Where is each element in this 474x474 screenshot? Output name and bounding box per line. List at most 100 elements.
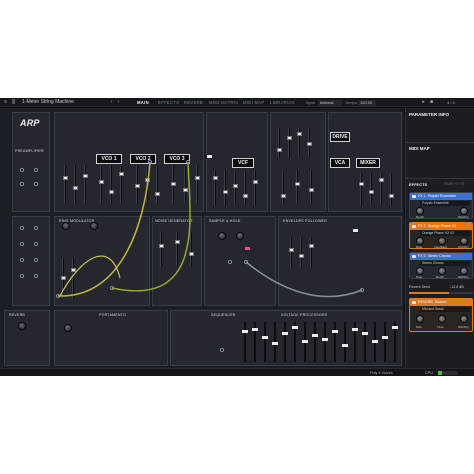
envfollow-out2-jack[interactable]: [360, 288, 364, 292]
mixer-ch2-slider[interactable]: [369, 174, 374, 206]
sh-level-knob[interactable]: [236, 232, 244, 240]
vcf-mod3-slider[interactable]: [253, 170, 258, 206]
vco2-fine-slider[interactable]: [99, 166, 104, 204]
sequencer-step-slider[interactable]: [342, 322, 348, 362]
vco3-fm-slider[interactable]: [145, 166, 150, 204]
fx1-header[interactable]: FX 1 Polysix Ensemble: [410, 193, 472, 200]
sequencer-step-slider[interactable]: [282, 322, 288, 362]
reverb-send-value[interactable]: -12.6 dB: [450, 285, 464, 289]
reverb-wetdry-knob[interactable]: [460, 315, 468, 323]
sequencer-step-slider[interactable]: [372, 322, 378, 362]
sequencer-step-slider[interactable]: [362, 322, 368, 362]
reverb-send-slider[interactable]: [409, 292, 473, 294]
sh-rate-knob[interactable]: [218, 232, 226, 240]
sequencer-step-slider[interactable]: [252, 322, 258, 362]
noise-mod-slider[interactable]: [189, 232, 194, 266]
left-jack-3[interactable]: [20, 242, 24, 246]
play-icon[interactable]: ▸: [420, 99, 427, 106]
menu-icon[interactable]: ≡: [2, 99, 9, 106]
sequencer-step-slider[interactable]: [322, 322, 328, 362]
portamento-knob[interactable]: [64, 324, 72, 332]
fx1-wetdry-knob[interactable]: [460, 207, 468, 215]
vco3-level-slider[interactable]: [183, 166, 188, 204]
mixer-ch3-slider[interactable]: [379, 174, 384, 206]
browser-icon[interactable]: |||: [10, 99, 17, 106]
sequencer-step-slider[interactable]: [292, 322, 298, 362]
preamp-in-jack[interactable]: [20, 168, 24, 172]
ringmod-out-jack[interactable]: [110, 286, 114, 290]
fx2-rate-knob[interactable]: [416, 237, 424, 245]
env-release-slider[interactable]: [307, 128, 312, 158]
left-jack-4[interactable]: [34, 242, 38, 246]
vcf-resonance-slider[interactable]: [223, 170, 228, 206]
vco1-pw-slider[interactable]: [83, 166, 88, 204]
sequencer-step-slider[interactable]: [242, 322, 248, 362]
sh-out-jack[interactable]: [244, 260, 248, 264]
ringmod-level-slider[interactable]: [61, 258, 66, 298]
reverb-power-icon[interactable]: [412, 301, 416, 304]
vco2-fm-slider[interactable]: [109, 166, 114, 204]
fx3-preset[interactable]: Stereo Chorus: [420, 261, 470, 266]
vcf-switch[interactable]: [206, 154, 213, 159]
seq-cv-jack[interactable]: [220, 348, 224, 352]
tab-effects[interactable]: EFFECTS: [158, 99, 179, 106]
vcf-mod1-slider[interactable]: [233, 170, 238, 206]
lfo-rate-slider[interactable]: [71, 258, 76, 298]
ringmod-knob[interactable]: [62, 222, 70, 230]
fx3-header[interactable]: FX 3 Stereo Chorus: [410, 253, 472, 260]
fx1-slot[interactable]: FX 1 Polysix Ensemble Polysix Ensemble D…: [409, 192, 473, 219]
time-signature[interactable]: 4 / 4: [447, 99, 455, 106]
ar-level-slider[interactable]: [309, 170, 314, 204]
envfollow-gain-slider[interactable]: [289, 238, 294, 268]
previous-preset-icon[interactable]: ‹: [108, 99, 115, 106]
fx2-header[interactable]: FX 2 Orange Phase V2: [410, 223, 472, 230]
vco2-out-jack[interactable]: [148, 160, 152, 164]
vco1-fm-slider[interactable]: [73, 166, 78, 204]
ar-release-slider[interactable]: [295, 170, 300, 204]
fx2-feedback-knob[interactable]: [438, 237, 446, 245]
fx2-power-icon[interactable]: [412, 225, 416, 228]
next-preset-icon[interactable]: ›: [115, 99, 122, 106]
vco3-mix-slider[interactable]: [171, 166, 176, 204]
sync-select[interactable]: Internal: [318, 99, 342, 106]
envfollow-level-slider[interactable]: [309, 238, 314, 268]
fx3-slot[interactable]: FX 3 Stereo Chorus Stereo Chorus Rate De…: [409, 252, 473, 279]
tab-midi-map[interactable]: MIDI MAP: [243, 99, 264, 106]
fx3-depth-knob[interactable]: [438, 267, 446, 275]
left-jack-2[interactable]: [34, 226, 38, 230]
noise-color-slider[interactable]: [159, 232, 164, 266]
ar-attack-slider[interactable]: [281, 170, 286, 204]
reverb-preset[interactable]: Mid and Small: [420, 307, 470, 312]
sequencer-step-slider[interactable]: [272, 322, 278, 362]
fx3-wetdry-knob[interactable]: [460, 267, 468, 275]
left-jack-1[interactable]: [20, 226, 24, 230]
fx3-rate-knob[interactable]: [416, 267, 424, 275]
left-jack-6[interactable]: [34, 258, 38, 262]
envfollow-switch[interactable]: [352, 228, 359, 233]
tab-mod-matrix[interactable]: MOD MATRIX: [209, 99, 238, 106]
sequencer-step-slider[interactable]: [302, 322, 308, 362]
left-jack-7[interactable]: [20, 274, 24, 278]
envfollow-rate-slider[interactable]: [299, 238, 304, 268]
noise-level-slider[interactable]: [175, 232, 180, 266]
sh-in-jack[interactable]: [228, 260, 232, 264]
reverb-slot[interactable]: REVERB Shared Mid and Small Size Time We…: [409, 298, 473, 332]
vcf-cutoff-slider[interactable]: [213, 170, 218, 206]
reverb-level-knob[interactable]: [18, 322, 26, 330]
sequencer-step-slider[interactable]: [352, 322, 358, 362]
fx2-preset[interactable]: Orange Phase V2 V2: [420, 231, 470, 236]
fx1-power-icon[interactable]: [412, 195, 416, 198]
lfo-knob[interactable]: [90, 222, 98, 230]
tab-fast-fx[interactable]: TEMP FX TS: [444, 182, 464, 186]
sequencer-step-slider[interactable]: [332, 322, 338, 362]
tab-main[interactable]: MAIN: [137, 99, 149, 106]
vco1-fine-slider[interactable]: [63, 166, 68, 204]
vco3-sync-slider[interactable]: [195, 166, 200, 204]
reverb-size-knob[interactable]: [416, 315, 424, 323]
fx1-preset[interactable]: Polysix Ensemble: [420, 201, 470, 206]
mixer-ch1-slider[interactable]: [359, 174, 364, 206]
vco2-pw-slider[interactable]: [119, 166, 124, 204]
preset-name[interactable]: 1-Meter String Machine: [22, 99, 74, 106]
tab-reverb[interactable]: REVERB: [184, 99, 203, 106]
env-sustain-slider[interactable]: [297, 128, 302, 158]
